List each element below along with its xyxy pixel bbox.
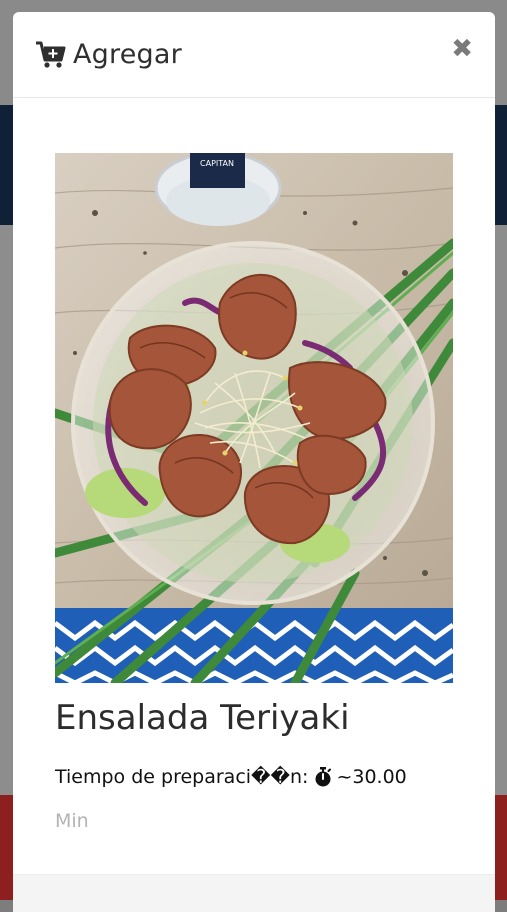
salad-photo: CAPITAN [55,153,453,683]
stopwatch-icon [315,767,332,787]
svg-text:CAPITAN: CAPITAN [200,159,234,168]
prep-time-row: Tiempo de preparaci��n: ~30.00 [55,766,407,788]
add-item-modal: Agregar ✖ CAPITAN Ensalada Teriyaki Tiem… [13,12,495,912]
prep-time-value: ~30.00 [336,766,407,788]
close-button[interactable]: ✖ [451,36,473,62]
modal-footer [13,874,495,912]
modal-header: Agregar ✖ [13,12,495,98]
cart-plus-icon [36,41,66,68]
prep-time-label: Tiempo de preparaci��n: [55,766,309,788]
product-name: Ensalada Teriyaki [55,698,350,738]
prep-time-unit: Min [55,810,89,832]
modal-title: Agregar [73,39,182,70]
